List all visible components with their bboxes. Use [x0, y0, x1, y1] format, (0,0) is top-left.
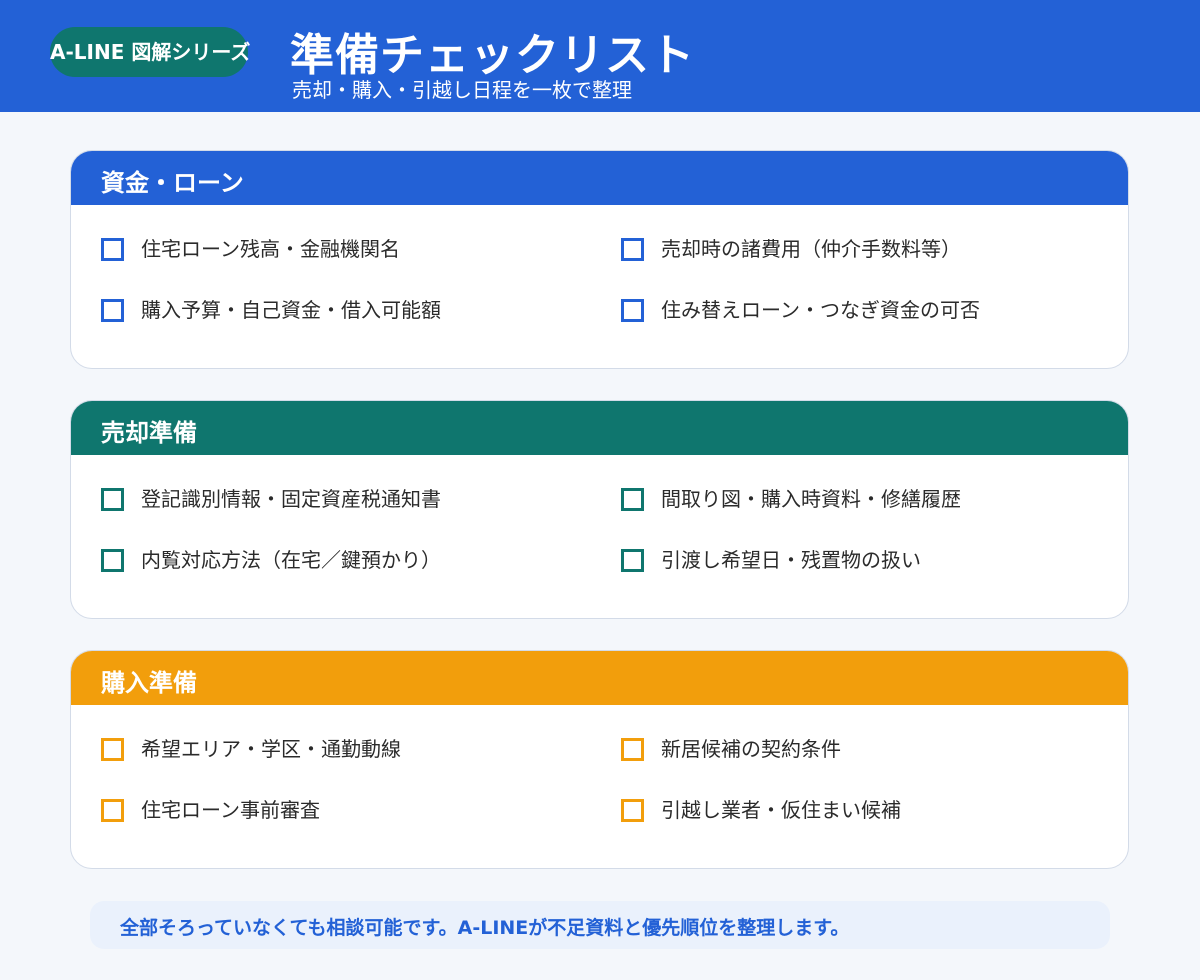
- checkbox[interactable]: [621, 237, 644, 261]
- checklist-item[interactable]: 引渡し希望日・残置物の扱い: [621, 545, 921, 575]
- section-header: 売却準備: [71, 401, 1128, 455]
- checkbox[interactable]: [101, 237, 124, 261]
- section-sale-prep: 売却準備 登記識別情報・固定資産税通知書 間取り図・購入時資料・修繕履歴 内覧対…: [70, 400, 1129, 619]
- checklist-item[interactable]: 住宅ローン事前審査: [101, 795, 320, 825]
- checklist-item-label: 住宅ローン事前審査: [141, 798, 320, 822]
- checklist-item-label: 引越し業者・仮住まい候補: [661, 798, 901, 822]
- checkbox[interactable]: [621, 798, 644, 822]
- checklist-item-label: 新居候補の契約条件: [661, 737, 841, 761]
- checklist-item-label: 内覧対応方法（在宅／鍵預かり）: [141, 548, 441, 572]
- section-header: 資金・ローン: [71, 151, 1128, 205]
- checklist-item[interactable]: 引越し業者・仮住まい候補: [621, 795, 901, 825]
- checklist-item-label: 引渡し希望日・残置物の扱い: [661, 548, 921, 572]
- checklist-item-label: 間取り図・購入時資料・修繕履歴: [661, 487, 961, 511]
- checklist-item-label: 住み替えローン・つなぎ資金の可否: [661, 298, 980, 322]
- checkbox[interactable]: [621, 298, 644, 322]
- checklist-item[interactable]: 内覧対応方法（在宅／鍵預かり）: [101, 545, 441, 575]
- checkbox[interactable]: [621, 737, 644, 761]
- footer-note: 全部そろっていなくても相談可能です。A-LINEが不足資料と優先順位を整理します…: [90, 901, 1110, 949]
- checklist-item[interactable]: 間取り図・購入時資料・修繕履歴: [621, 484, 961, 514]
- checkbox[interactable]: [621, 487, 644, 511]
- checklist-item[interactable]: 住み替えローン・つなぎ資金の可否: [621, 295, 980, 325]
- checklist-item[interactable]: 希望エリア・学区・通勤動線: [101, 734, 401, 764]
- checkbox[interactable]: [101, 298, 124, 322]
- checklist-item[interactable]: 登記識別情報・固定資産税通知書: [101, 484, 441, 514]
- checklist-item[interactable]: 新居候補の契約条件: [621, 734, 841, 764]
- checkbox[interactable]: [621, 548, 644, 572]
- checklist-item-label: 購入予算・自己資金・借入可能額: [141, 298, 441, 322]
- checklist-item[interactable]: 売却時の諸費用（仲介手数料等）: [621, 234, 961, 264]
- checklist-item[interactable]: 購入予算・自己資金・借入可能額: [101, 295, 441, 325]
- checklist-item-label: 登記識別情報・固定資産税通知書: [141, 487, 441, 511]
- checkbox[interactable]: [101, 798, 124, 822]
- checklist-item-label: 売却時の諸費用（仲介手数料等）: [661, 237, 961, 261]
- checklist-item-label: 住宅ローン残高・金融機関名: [141, 237, 400, 261]
- page-title: 準備チェックリスト: [290, 30, 695, 81]
- series-badge: A-LINE 図解シリーズ: [50, 27, 250, 77]
- checklist-item-label: 希望エリア・学区・通勤動線: [141, 737, 401, 761]
- checklist-item[interactable]: 住宅ローン残高・金融機関名: [101, 234, 400, 264]
- section-funds-loan: 資金・ローン 住宅ローン残高・金融機関名 売却時の諸費用（仲介手数料等） 購入予…: [70, 150, 1129, 369]
- checkbox[interactable]: [101, 548, 124, 572]
- header-bar: A-LINE 図解シリーズ 準備チェックリスト 売却・購入・引越し日程を一枚で整…: [0, 0, 1200, 112]
- section-header: 購入準備: [71, 651, 1128, 705]
- checkbox[interactable]: [101, 737, 124, 761]
- page-subtitle: 売却・購入・引越し日程を一枚で整理: [292, 78, 632, 102]
- checkbox[interactable]: [101, 487, 124, 511]
- section-purchase-prep: 購入準備 希望エリア・学区・通勤動線 新居候補の契約条件 住宅ローン事前審査 引…: [70, 650, 1129, 869]
